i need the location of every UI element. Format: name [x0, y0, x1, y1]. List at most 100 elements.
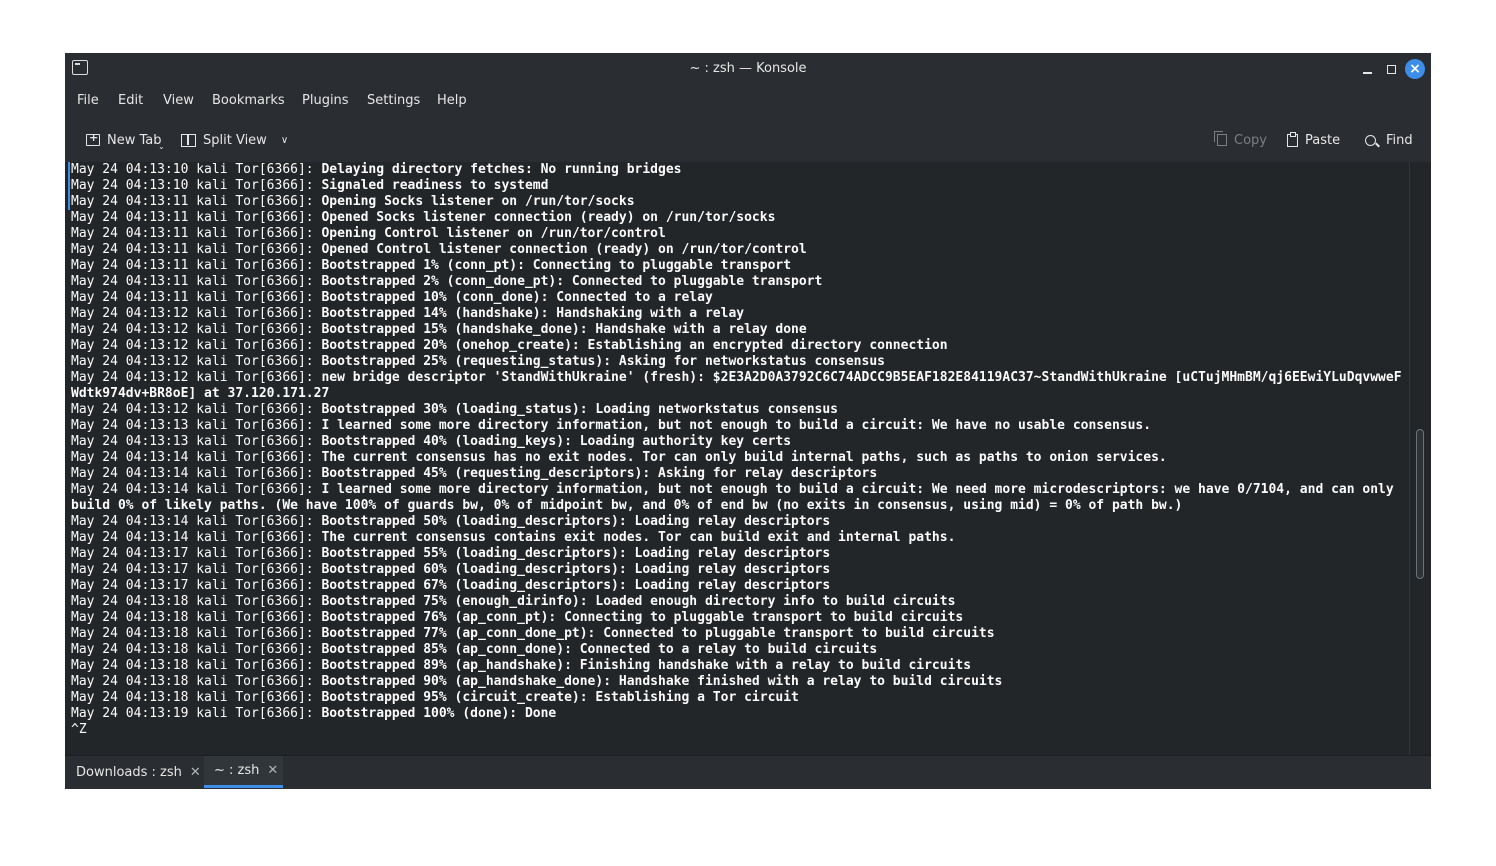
terminal-line: May 24 04:13:11 kali Tor[6366]: Opened S…	[71, 210, 1407, 226]
terminal-line: May 24 04:13:18 kali Tor[6366]: Bootstra…	[71, 594, 1407, 610]
line-prefix: May 24 04:13:12 kali Tor[6366]:	[71, 370, 322, 385]
line-prefix: May 24 04:13:10 kali Tor[6366]:	[71, 178, 322, 193]
terminal-line: ^Z	[71, 722, 1407, 738]
terminal-line: May 24 04:13:12 kali Tor[6366]: Bootstra…	[71, 306, 1407, 322]
tab-label: ~ : zsh	[214, 763, 260, 778]
terminal-line: May 24 04:13:14 kali Tor[6366]: Bootstra…	[71, 466, 1407, 482]
terminal-line: May 24 04:13:12 kali Tor[6366]: Bootstra…	[71, 402, 1407, 418]
line-prefix: May 24 04:13:18 kali Tor[6366]:	[71, 594, 322, 609]
new-tab-menu-chevron-icon[interactable]: ⌄	[158, 142, 165, 151]
menu-help[interactable]: Help	[437, 93, 467, 108]
line-prefix: May 24 04:13:12 kali Tor[6366]:	[71, 402, 322, 417]
terminal-line: May 24 04:13:12 kali Tor[6366]: new brid…	[71, 370, 1407, 402]
line-message: Bootstrapped 14% (handshake): Handshakin…	[321, 306, 745, 321]
window-title: ~ : zsh — Konsole	[689, 61, 807, 76]
line-prefix: May 24 04:13:11 kali Tor[6366]:	[71, 226, 322, 241]
line-prefix: May 24 04:13:18 kali Tor[6366]:	[71, 642, 322, 657]
line-prefix: May 24 04:13:14 kali Tor[6366]:	[71, 514, 322, 529]
terminal-line: May 24 04:13:18 kali Tor[6366]: Bootstra…	[71, 642, 1407, 658]
menu-file[interactable]: File	[77, 93, 99, 108]
find-button[interactable]: Find	[1365, 129, 1413, 151]
line-prefix: May 24 04:13:18 kali Tor[6366]:	[71, 610, 322, 625]
terminal-line: May 24 04:13:18 kali Tor[6366]: Bootstra…	[71, 658, 1407, 674]
line-prefix: May 24 04:13:11 kali Tor[6366]:	[71, 194, 322, 209]
terminal-line: May 24 04:13:11 kali Tor[6366]: Opening …	[71, 194, 1407, 210]
terminal-line: May 24 04:13:10 kali Tor[6366]: Signaled…	[71, 178, 1407, 194]
line-message: Bootstrapped 2% (conn_done_pt): Connecte…	[321, 274, 823, 289]
close-icon[interactable]: ✕	[190, 765, 201, 780]
line-prefix: May 24 04:13:10 kali Tor[6366]:	[71, 162, 322, 177]
line-prefix: May 24 04:13:12 kali Tor[6366]:	[71, 338, 322, 353]
toolbar: New Tab ⌄ Split View ∨ Copy Paste Find	[65, 123, 1431, 157]
terminal-line: May 24 04:13:18 kali Tor[6366]: Bootstra…	[71, 674, 1407, 690]
line-message: Bootstrapped 1% (conn_pt): Connecting to…	[321, 258, 792, 273]
line-prefix: May 24 04:13:13 kali Tor[6366]:	[71, 418, 322, 433]
menu-plugins[interactable]: Plugins	[302, 93, 349, 108]
chevron-down-icon[interactable]: ∨	[281, 135, 288, 146]
line-message: Opened Socks listener connection (ready)…	[321, 210, 776, 225]
menu-bar: File Edit View Bookmarks Plugins Setting…	[65, 91, 1431, 115]
line-prefix: May 24 04:13:11 kali Tor[6366]:	[71, 242, 322, 257]
terminal-line: May 24 04:13:19 kali Tor[6366]: Bootstra…	[71, 706, 1407, 722]
terminal-output[interactable]: May 24 04:13:10 kali Tor[6366]: Delaying…	[71, 162, 1407, 738]
tab-bar: Downloads : zsh ✕ ~ : zsh ✕	[65, 755, 1431, 789]
konsole-window: ~ : zsh — Konsole × File Edit View Bookm…	[65, 53, 1431, 789]
maximize-button[interactable]	[1381, 59, 1401, 79]
tab-home[interactable]: ~ : zsh ✕	[204, 756, 283, 788]
line-prefix: May 24 04:13:12 kali Tor[6366]:	[71, 354, 322, 369]
line-prefix: May 24 04:13:12 kali Tor[6366]:	[71, 306, 322, 321]
scrollbar[interactable]	[1409, 162, 1431, 755]
copy-icon	[1214, 131, 1227, 146]
close-icon[interactable]: ✕	[267, 763, 278, 778]
find-label: Find	[1386, 132, 1413, 148]
terminal-line: May 24 04:13:13 kali Tor[6366]: I learne…	[71, 418, 1407, 434]
scrollbar-thumb[interactable]	[1416, 429, 1424, 579]
terminal-line: May 24 04:13:18 kali Tor[6366]: Bootstra…	[71, 610, 1407, 626]
line-prefix: May 24 04:13:11 kali Tor[6366]:	[71, 210, 322, 225]
paste-button[interactable]: Paste	[1287, 129, 1340, 151]
terminal-line: May 24 04:13:18 kali Tor[6366]: Bootstra…	[71, 626, 1407, 642]
terminal-line: May 24 04:13:13 kali Tor[6366]: Bootstra…	[71, 434, 1407, 450]
line-prefix: May 24 04:13:11 kali Tor[6366]:	[71, 258, 322, 273]
menu-settings[interactable]: Settings	[367, 93, 420, 108]
menu-edit[interactable]: Edit	[118, 93, 143, 108]
line-message: Opened Control listener connection (read…	[321, 242, 807, 257]
new-tab-button[interactable]: New Tab	[86, 129, 162, 151]
line-prefix: May 24 04:13:18 kali Tor[6366]:	[71, 690, 322, 705]
copy-button[interactable]: Copy	[1213, 129, 1267, 151]
line-message: Bootstrapped 100% (done): Done	[321, 706, 557, 721]
line-prefix: May 24 04:13:11 kali Tor[6366]:	[71, 290, 322, 305]
terminal-line: May 24 04:13:11 kali Tor[6366]: Opened C…	[71, 242, 1407, 258]
new-tab-icon	[86, 131, 100, 146]
line-message: The current consensus contains exit node…	[321, 530, 956, 545]
line-message: Bootstrapped 76% (ap_conn_pt): Connectin…	[321, 610, 964, 625]
terminal-line: May 24 04:13:14 kali Tor[6366]: Bootstra…	[71, 514, 1407, 530]
tab-label: Downloads : zsh	[76, 764, 182, 780]
line-message: Delaying directory fetches: No running b…	[321, 162, 682, 177]
line-prefix: May 24 04:13:17 kali Tor[6366]:	[71, 578, 322, 593]
line-prefix: May 24 04:13:19 kali Tor[6366]:	[71, 706, 322, 721]
terminal-line: May 24 04:13:12 kali Tor[6366]: Bootstra…	[71, 354, 1407, 370]
paste-icon	[1287, 131, 1298, 147]
line-message: Bootstrapped 85% (ap_conn_done): Connect…	[321, 642, 878, 657]
menu-bookmarks[interactable]: Bookmarks	[212, 93, 285, 108]
tab-downloads[interactable]: Downloads : zsh ✕	[65, 756, 201, 788]
menu-view[interactable]: View	[163, 93, 194, 108]
close-button[interactable]: ×	[1405, 59, 1425, 79]
terminal-line: May 24 04:13:17 kali Tor[6366]: Bootstra…	[71, 562, 1407, 578]
minimize-button[interactable]	[1357, 59, 1377, 79]
terminal-line: May 24 04:13:18 kali Tor[6366]: Bootstra…	[71, 690, 1407, 706]
terminal-line: May 24 04:13:10 kali Tor[6366]: Delaying…	[71, 162, 1407, 178]
line-message: Bootstrapped 25% (requesting_status): As…	[321, 354, 885, 369]
terminal-line: May 24 04:13:14 kali Tor[6366]: I learne…	[71, 482, 1407, 514]
line-prefix: ^Z	[71, 722, 87, 737]
split-view-icon	[181, 133, 196, 147]
line-message: Bootstrapped 75% (enough_dirinfo): Loade…	[321, 594, 956, 609]
line-message: Opening Control listener on /run/tor/con…	[321, 226, 666, 241]
line-prefix: May 24 04:13:18 kali Tor[6366]:	[71, 626, 322, 641]
terminal-view[interactable]: May 24 04:13:10 kali Tor[6366]: Delaying…	[65, 162, 1411, 755]
line-message: Bootstrapped 20% (onehop_create): Establ…	[321, 338, 948, 353]
line-message: Opening Socks listener on /run/tor/socks	[321, 194, 635, 209]
split-view-button[interactable]: Split View ∨	[181, 129, 288, 151]
title-bar[interactable]: ~ : zsh — Konsole ×	[65, 53, 1431, 85]
